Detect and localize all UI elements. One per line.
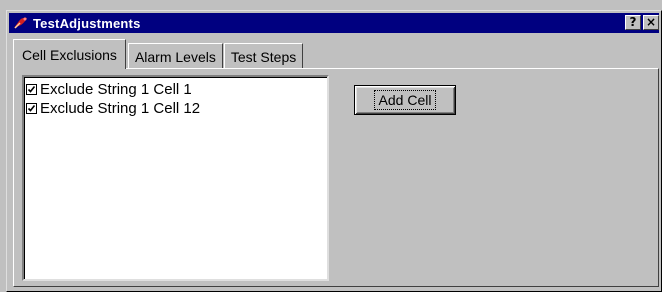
check-icon	[27, 86, 36, 93]
list-item-label: Exclude String 1 Cell 1	[40, 81, 192, 98]
tab-strip: Cell Exclusions Alarm Levels Test Steps	[13, 39, 304, 69]
title-buttons: ? ×	[625, 15, 659, 30]
tab-cell-exclusions[interactable]: Cell Exclusions	[13, 39, 126, 69]
test-adjustments-window: TestAdjustments ? × Cell Exclusions Alar…	[6, 10, 662, 292]
exclusions-list[interactable]: Exclude String 1 Cell 1 Exclude String 1…	[22, 75, 329, 281]
tab-test-steps[interactable]: Test Steps	[223, 43, 304, 69]
add-cell-button-label: Add Cell	[373, 90, 437, 110]
help-button[interactable]: ?	[625, 15, 641, 30]
window-title: TestAdjustments	[33, 15, 141, 31]
exclude-checkbox[interactable]	[26, 103, 37, 114]
title-bar[interactable]: TestAdjustments ? ×	[9, 13, 659, 33]
add-cell-button[interactable]: Add Cell	[354, 85, 456, 115]
exclude-checkbox[interactable]	[26, 84, 37, 95]
check-icon	[27, 105, 36, 112]
cell-exclusions-panel: Exclude String 1 Cell 1 Exclude String 1…	[13, 68, 659, 287]
app-logo-icon	[13, 16, 29, 30]
list-item[interactable]: Exclude String 1 Cell 12	[26, 99, 325, 118]
close-button[interactable]: ×	[643, 15, 659, 30]
tab-alarm-levels[interactable]: Alarm Levels	[127, 43, 223, 69]
list-item[interactable]: Exclude String 1 Cell 1	[26, 80, 325, 99]
list-item-label: Exclude String 1 Cell 12	[40, 100, 201, 117]
